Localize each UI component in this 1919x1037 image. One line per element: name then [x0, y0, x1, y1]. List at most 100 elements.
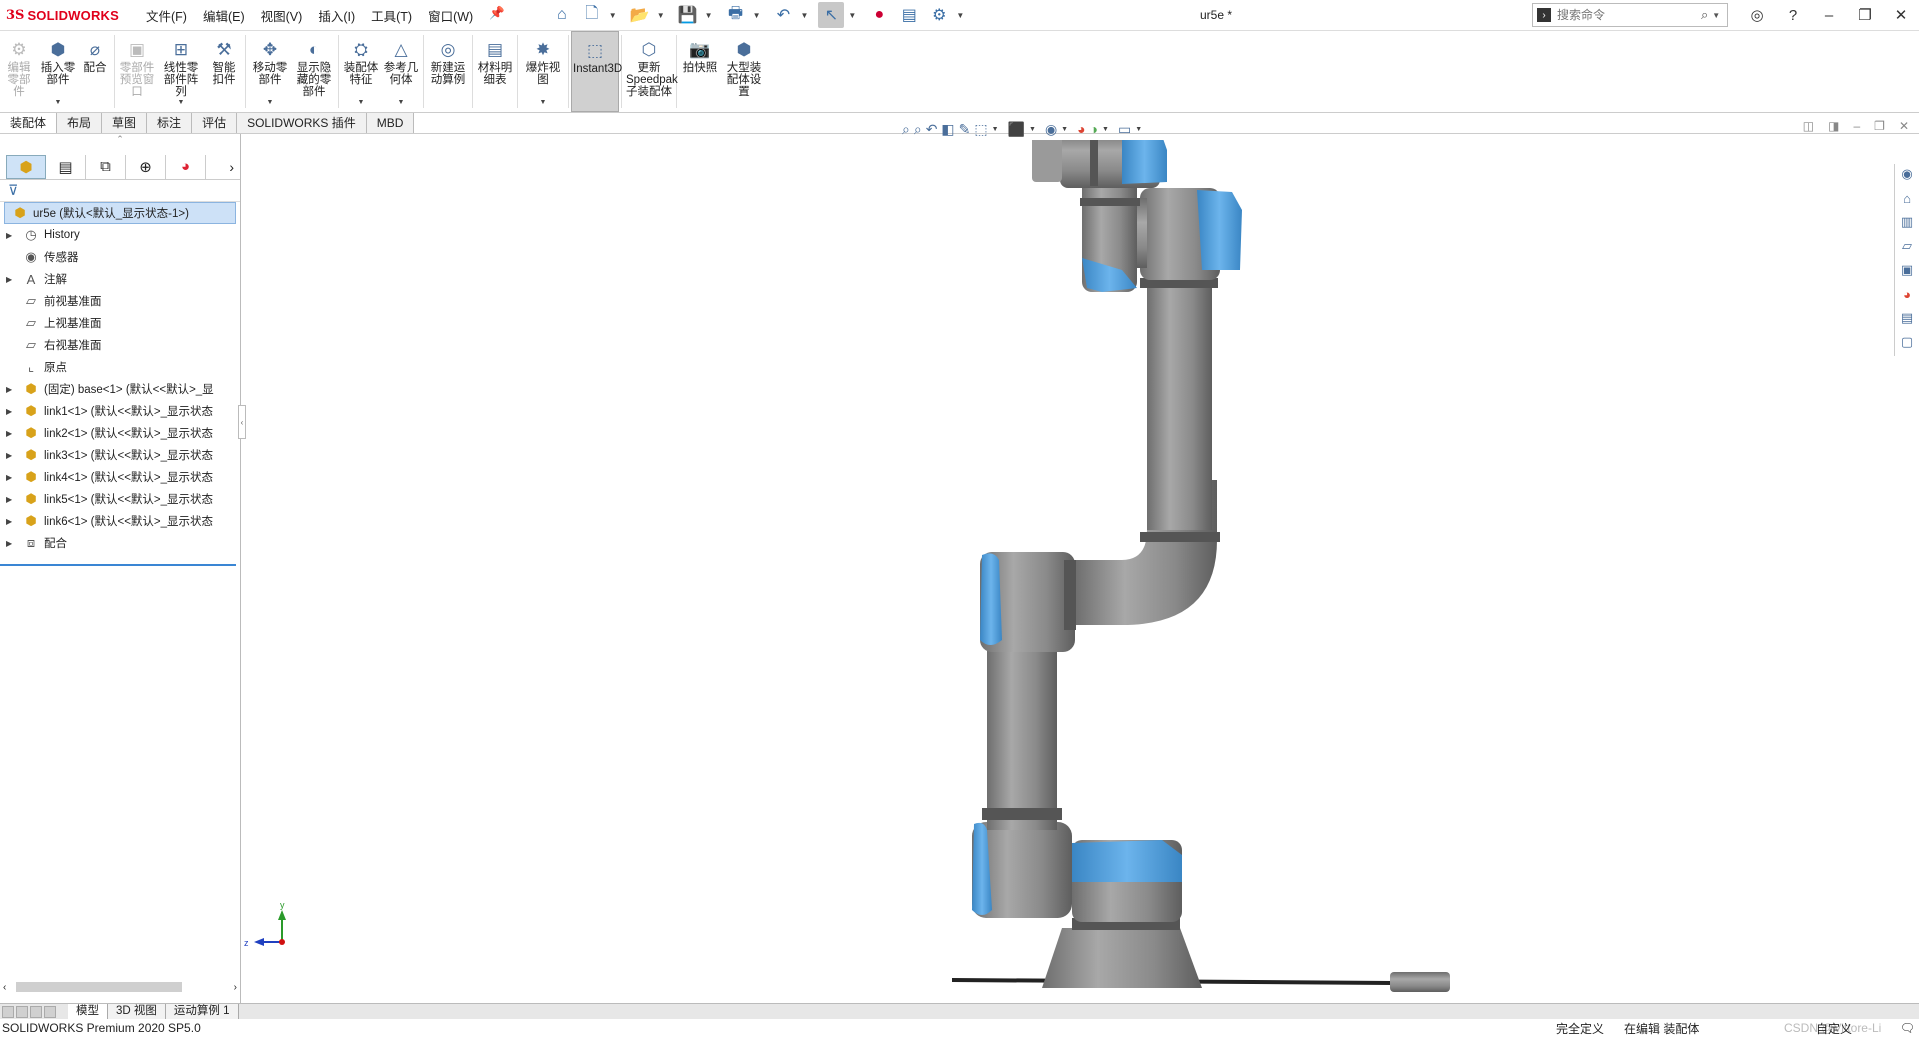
rebuild-traffic-light-icon[interactable]: ● [866, 2, 892, 28]
dimxpert-manager-tab-icon[interactable]: ⊕ [126, 154, 166, 179]
open-dropdown-icon[interactable]: ▼ [657, 11, 665, 20]
view-orientation-icon[interactable]: ⬚ [974, 121, 987, 138]
filter-icon[interactable]: ⊽ [8, 182, 18, 199]
tree-item[interactable]: ▶ ⬢ link6<1> (默认<<默认>_显示状态 [0, 510, 240, 532]
ribbon-btn-motion-study[interactable]: ◎ 新建运动算例 [426, 31, 470, 112]
dynamic-annotation-icon[interactable]: ✎ [959, 121, 971, 138]
print-icon[interactable]: 🖶 [723, 2, 749, 28]
expand-arrow-icon[interactable]: ▶ [6, 385, 16, 394]
tree-item[interactable]: ▶ ⬢ link1<1> (默认<<默认>_显示状态 [0, 400, 240, 422]
last-tab-icon[interactable] [44, 1005, 56, 1018]
tree-item[interactable]: ▶ A 注解 [0, 268, 240, 290]
undo-dropdown-icon[interactable]: ▼ [800, 11, 808, 20]
minimize-icon[interactable]: – [1811, 7, 1847, 24]
tab-markup[interactable]: 标注 [147, 113, 193, 133]
display-manager-tab-icon[interactable]: ◕ [166, 154, 206, 179]
ribbon-btn-instant3d[interactable]: ⬚ Instant3D [571, 31, 622, 112]
first-tab-icon[interactable] [2, 1005, 14, 1018]
zoom-to-fit-icon[interactable]: ⌕ [902, 121, 910, 138]
viewport-restore-icon[interactable]: ❐ [1874, 119, 1885, 133]
pane-grip-handle[interactable]: ⌃ [0, 134, 240, 154]
view-orientation-dropdown-icon[interactable]: ▼ [992, 126, 999, 133]
print-dropdown-icon[interactable]: ▼ [753, 11, 761, 20]
search-commands-input[interactable] [1557, 8, 1697, 22]
scroll-thumb[interactable] [16, 982, 182, 992]
chevron-down-icon[interactable]: ▼ [267, 97, 274, 109]
expand-arrow-icon[interactable]: ▶ [6, 275, 16, 284]
menu-insert[interactable]: 插入(I) [318, 6, 355, 25]
tab-evaluate[interactable]: 评估 [192, 113, 238, 133]
tree-item[interactable]: ◉ 传感器 [0, 246, 240, 268]
rollback-bar[interactable] [0, 564, 236, 566]
tab-layout[interactable]: 布局 [57, 113, 103, 133]
section-view-icon[interactable]: ◧ [941, 121, 954, 138]
chevron-right-icon[interactable]: › [229, 159, 234, 175]
ribbon-btn-linear-pattern[interactable]: ⊞ 线性零部件阵列 ▼ [157, 31, 205, 112]
display-style-icon[interactable]: ⬛ [1008, 121, 1025, 138]
search-icon[interactable]: ⌕ [1701, 7, 1708, 23]
tree-item[interactable]: ▶ ⬢ link2<1> (默认<<默认>_显示状态 [0, 422, 240, 444]
configuration-manager-tab-icon[interactable]: ⧉ [86, 154, 126, 179]
expand-arrow-icon[interactable]: ▶ [6, 495, 16, 504]
ribbon-btn-insert-component[interactable]: ⬢ 插入零部件 ▼ [38, 31, 78, 112]
tab-model[interactable]: 模型 [68, 1004, 108, 1019]
options-dropdown-icon[interactable]: ▼ [956, 11, 964, 20]
menu-window[interactable]: 窗口(W) [428, 6, 473, 25]
ribbon-btn-move-component[interactable]: ✥ 移动零部件 ▼ [248, 31, 292, 112]
ribbon-btn-show-hidden[interactable]: ◐ 显示隐藏的零部件 [292, 31, 336, 112]
chevron-down-icon[interactable]: ▼ [358, 97, 365, 109]
select-dropdown-icon[interactable]: ▼ [848, 11, 856, 20]
hide-show-dropdown-icon[interactable]: ▼ [1061, 126, 1068, 133]
ribbon-btn-large-assembly[interactable]: ⬢ 大型装配体设置 [721, 31, 767, 112]
tree-item[interactable]: ▶ ⬢ (固定) base<1> (默认<<默认>_显 [0, 378, 240, 400]
custom-properties-icon[interactable]: ▤ [1897, 308, 1917, 328]
previous-view-icon[interactable]: ↶ [926, 121, 938, 138]
viewport-minimize-icon[interactable]: – [1853, 119, 1860, 133]
tree-root-assembly[interactable]: ⬢ ur5e (默认<默认_显示状态-1>) [4, 202, 236, 224]
home-icon[interactable]: ⌂ [549, 2, 575, 28]
appearances-icon[interactable]: ▣ [1897, 260, 1917, 280]
tree-item[interactable]: ⌞ 原点 [0, 356, 240, 378]
tab-assembly[interactable]: 装配体 [0, 113, 58, 133]
command-search-box[interactable]: › ⌕ ▼ [1532, 3, 1728, 27]
tab-mbd[interactable]: MBD [366, 113, 415, 133]
tooltip-toggle-icon[interactable]: 🗨 [1900, 1021, 1915, 1035]
scenes-icon[interactable]: ◕ [1897, 284, 1917, 304]
scene-dropdown-icon[interactable]: ▼ [1102, 126, 1109, 133]
ribbon-btn-smart-fastener[interactable]: ⚒ 智能扣件 [205, 31, 243, 112]
new-document-icon[interactable]: 🗋 [579, 2, 605, 28]
undo-icon[interactable]: ↶ [770, 2, 796, 28]
unit-system[interactable]: 自定义 [1816, 1020, 1852, 1037]
tree-item[interactable]: ▱ 前视基准面 [0, 290, 240, 312]
tree-item[interactable]: ▶ ⬢ link5<1> (默认<<默认>_显示状态 [0, 488, 240, 510]
scroll-right-icon[interactable]: › [234, 982, 237, 993]
forum-icon[interactable]: ▢ [1897, 332, 1917, 352]
menu-file[interactable]: 文件(F) [146, 6, 187, 25]
expand-arrow-icon[interactable]: ▶ [6, 429, 16, 438]
chevron-down-icon[interactable]: ▼ [178, 97, 185, 109]
prev-tab-icon[interactable] [16, 1005, 28, 1018]
expand-arrow-icon[interactable]: ▶ [6, 407, 16, 416]
menu-edit[interactable]: 编辑(E) [203, 6, 245, 25]
select-cursor-icon[interactable]: ↖ [818, 2, 845, 28]
ribbon-btn-exploded-view[interactable]: ✸ 爆炸视图 ▼ [520, 31, 566, 112]
tab-scroll-buttons[interactable] [2, 1005, 68, 1018]
ribbon-btn-reference-geometry[interactable]: △ 参考几何体 ▼ [381, 31, 421, 112]
new-dropdown-icon[interactable]: ▼ [609, 11, 617, 20]
close-icon[interactable]: ✕ [1883, 6, 1919, 24]
open-folder-icon[interactable]: 📂 [627, 2, 653, 28]
user-account-icon[interactable]: ◎ [1739, 6, 1775, 24]
file-properties-icon[interactable]: ▤ [896, 2, 922, 28]
menu-view[interactable]: 视图(V) [261, 6, 303, 25]
restore-icon[interactable]: ❐ [1847, 6, 1883, 24]
feature-manager-tab-icon[interactable]: ⬢ [6, 154, 46, 179]
viewport-tile-right-icon[interactable]: ◨ [1828, 119, 1839, 133]
tree-item[interactable]: ▱ 右视基准面 [0, 334, 240, 356]
options-gear-icon[interactable]: ⚙ [926, 2, 952, 28]
ribbon-btn-mate[interactable]: ⌀ 配合 [78, 31, 112, 112]
ribbon-btn-component-preview[interactable]: ▣ 零部件预览窗口 [117, 31, 157, 112]
graphics-area[interactable]: y z [242, 126, 1892, 1003]
hide-show-items-icon[interactable]: ◉ [1045, 121, 1057, 138]
file-explorer-icon[interactable]: ▥ [1897, 212, 1917, 232]
expand-arrow-icon[interactable]: ▶ [6, 517, 16, 526]
